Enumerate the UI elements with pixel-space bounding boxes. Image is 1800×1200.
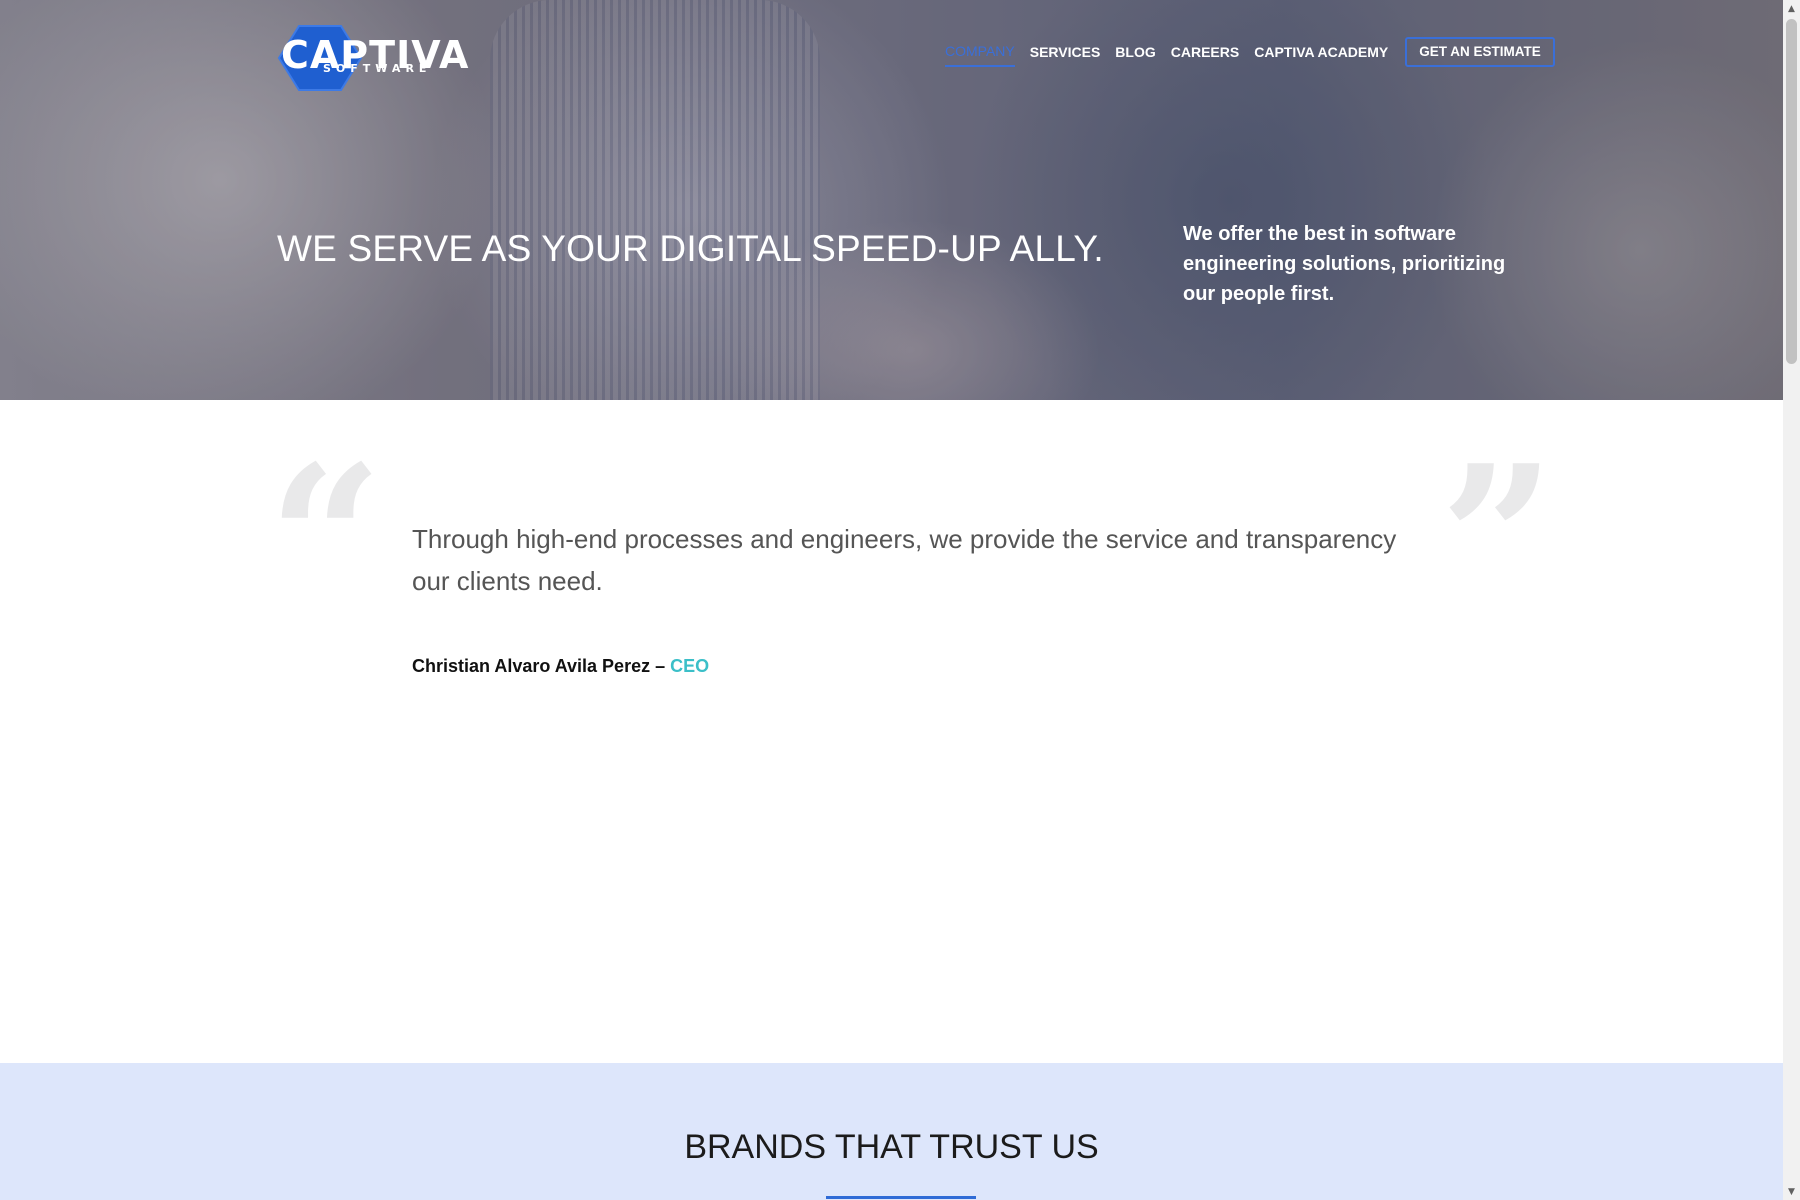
scroll-thumb[interactable] <box>1786 19 1797 364</box>
author-name: Christian Alvaro Avila Perez <box>412 656 651 676</box>
quote-text: Through high-end processes and engineers… <box>412 524 1397 596</box>
page-scrollbar[interactable]: ▲ ▼ <box>1783 0 1800 1200</box>
brands-title: BRANDS THAT TRUST US <box>684 1128 1099 1166</box>
scroll-down-icon[interactable]: ▼ <box>1783 1183 1800 1200</box>
quote-author: Christian Alvaro Avila Perez – CEO <box>412 656 709 677</box>
nav-item-careers[interactable]: CAREERS <box>1171 34 1239 70</box>
hero-title: WE SERVE AS YOUR DIGITAL SPEED-UP ALLY. <box>277 228 1104 269</box>
hero-section: CAPTIVA SOFTWARE COMPANY SERVICES BLOG C… <box>0 0 1783 400</box>
author-separator: – <box>650 656 671 676</box>
nav-item-services[interactable]: SERVICES <box>1030 34 1101 70</box>
nav-item-company[interactable]: COMPANY <box>945 37 1015 67</box>
author-role: CEO <box>670 656 710 676</box>
page: CAPTIVA SOFTWARE COMPANY SERVICES BLOG C… <box>0 0 1783 1200</box>
main-nav: COMPANY SERVICES BLOG CAREERS CAPTIVA AC… <box>945 34 1555 70</box>
get-estimate-button[interactable]: GET AN ESTIMATE <box>1405 37 1555 67</box>
brands-divider <box>826 1196 976 1199</box>
hero-subtitle: We offer the best in software engineerin… <box>1183 223 1506 305</box>
nav-item-captiva-academy[interactable]: CAPTIVA ACADEMY <box>1254 34 1388 70</box>
open-quote-icon: “ <box>268 422 384 657</box>
close-quote-icon: ” <box>1440 422 1556 657</box>
nav-item-blog[interactable]: BLOG <box>1115 34 1155 70</box>
brands-section: BRANDS THAT TRUST US <box>0 1063 1783 1200</box>
logo-subtext: SOFTWARE <box>323 62 432 75</box>
scroll-up-icon[interactable]: ▲ <box>1783 0 1800 17</box>
captiva-logo[interactable]: CAPTIVA SOFTWARE <box>277 24 497 92</box>
